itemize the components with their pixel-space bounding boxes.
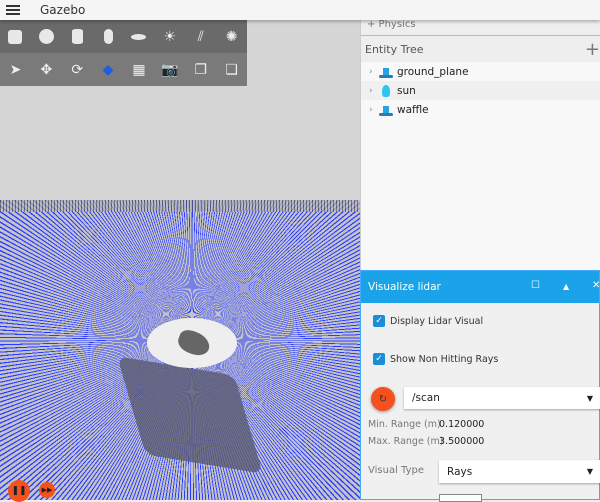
cylinder-icon[interactable] [62, 22, 93, 52]
rotate-icon[interactable]: ⟳ [62, 55, 93, 85]
ellipsoid-icon[interactable] [124, 22, 155, 52]
panel-title: Visualize lidar [368, 281, 441, 293]
visualize-lidar-panel: Visualize lidar ☐ ▲ ✕ ✓ Display Lidar Vis… [360, 270, 600, 502]
app-title: Gazebo [40, 3, 86, 17]
box-icon[interactable] [0, 22, 31, 52]
toolbar: ☀ ⫽ ✺ ➤ ✥ ⟳ ◆ ▦ 📷 ❐ ❏ [0, 20, 247, 86]
close-icon[interactable]: ✕ [592, 280, 600, 291]
min-range-value: 0.120000 [439, 419, 485, 430]
chevron-right-icon[interactable]: › [369, 67, 379, 77]
check-icon: ✓ [373, 315, 385, 327]
entity-tree-header: Entity Tree + [361, 36, 600, 62]
max-range-label: Max. Range (m) [368, 436, 444, 447]
topic-dropdown[interactable]: /scan ▼ [404, 387, 600, 409]
panel-header: Visualize lidar ☐ ▲ ✕ [361, 271, 600, 303]
chevron-right-icon[interactable]: › [369, 105, 379, 115]
tree-item-waffle[interactable]: › waffle [361, 100, 600, 119]
max-range-value: 3.500000 [439, 436, 485, 447]
translate-icon[interactable]: ✥ [31, 55, 62, 85]
display-lidar-checkbox[interactable]: ✓ Display Lidar Visual [373, 315, 483, 327]
grid-icon[interactable]: ▦ [124, 55, 155, 85]
visual-type-dropdown[interactable]: Rays ▼ [439, 460, 600, 483]
maximize-icon[interactable]: ☐ [531, 280, 540, 291]
dropdown-arrow-icon: ▼ [586, 467, 593, 476]
tree-item-sun[interactable]: › sun [361, 81, 600, 100]
visual-type-label: Visual Type [368, 465, 425, 476]
model-icon [379, 65, 393, 79]
entity-tree-title: Entity Tree [365, 42, 424, 56]
physics-section[interactable]: + Physics [361, 20, 600, 36]
refresh-button[interactable]: ↻ [371, 387, 395, 411]
directional-light-icon[interactable]: ⫽ [185, 22, 216, 52]
spot-light-icon[interactable]: ✺ [216, 22, 247, 52]
add-entity-button[interactable]: + [585, 39, 600, 60]
3d-scene-viewport[interactable] [0, 20, 360, 500]
point-light-icon[interactable]: ☀ [154, 22, 185, 52]
color-picker[interactable] [439, 494, 482, 502]
light-icon [382, 84, 390, 97]
model-icon [379, 103, 393, 117]
step-forward-button[interactable]: ▶▶ [39, 482, 55, 498]
hamburger-menu-icon[interactable] [6, 5, 20, 15]
capsule-icon[interactable] [93, 22, 124, 52]
min-range-label: Min. Range (m) [368, 419, 441, 430]
check-icon: ✓ [373, 353, 385, 365]
transform-control-icon[interactable]: ◆ [93, 55, 124, 85]
screenshot-icon[interactable]: 📷 [154, 55, 185, 85]
title-bar: Gazebo [0, 0, 600, 20]
chevron-right-icon[interactable]: › [369, 86, 379, 96]
dropdown-arrow-icon: ▼ [586, 393, 593, 403]
collapse-icon[interactable]: ▲ [563, 282, 569, 291]
copy-icon[interactable]: ❐ [185, 55, 216, 85]
tree-item-ground-plane[interactable]: › ground_plane [361, 62, 600, 81]
non-hitting-rays-checkbox[interactable]: ✓ Show Non Hitting Rays [373, 353, 498, 365]
sphere-icon[interactable] [31, 22, 62, 52]
pause-button[interactable]: ❚❚ [8, 480, 30, 502]
entity-tree: › ground_plane › sun › waffle [361, 62, 600, 272]
paste-icon[interactable]: ❏ [216, 55, 247, 85]
select-icon[interactable]: ➤ [0, 55, 31, 85]
horizon [0, 200, 360, 212]
